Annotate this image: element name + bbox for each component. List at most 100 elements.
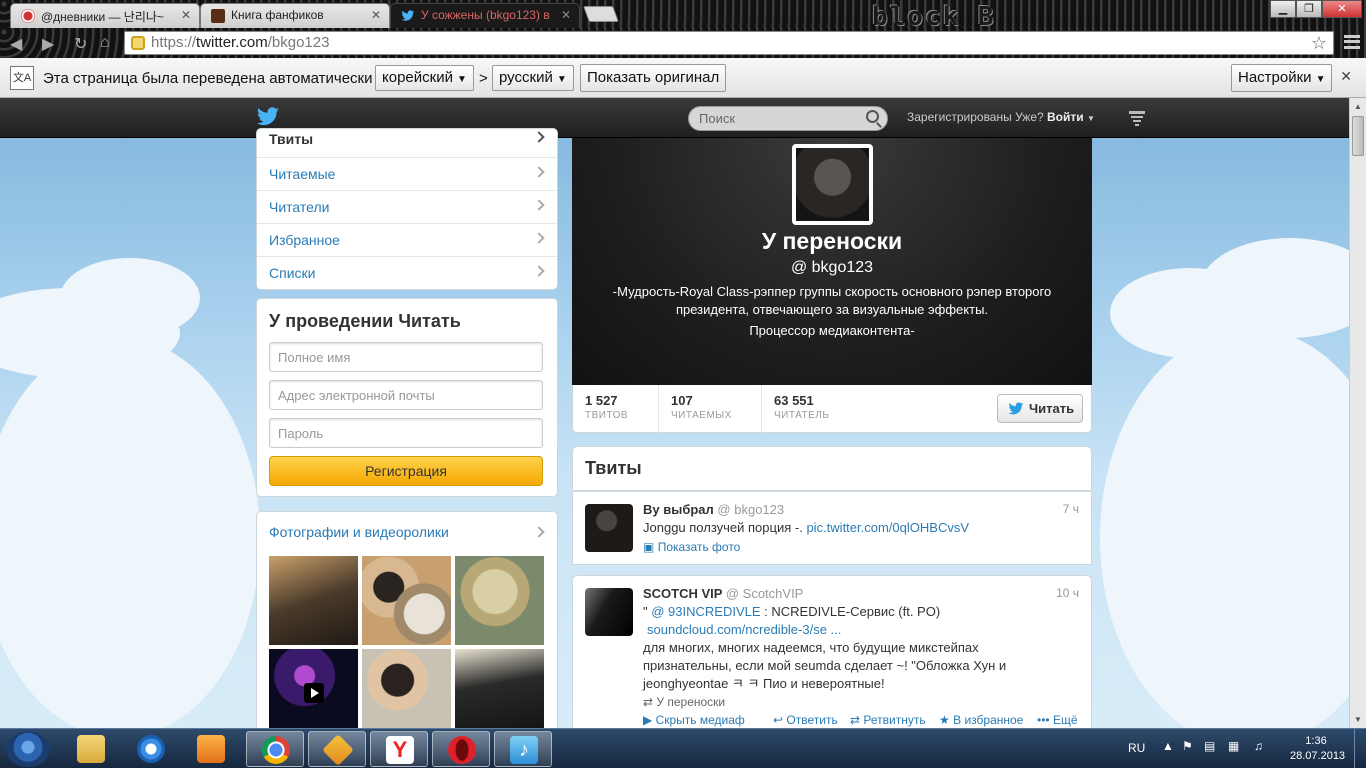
media-title[interactable]: Фотографии и видеоролики (269, 524, 545, 540)
tweet-avatar[interactable] (585, 504, 633, 552)
start-button[interactable] (6, 731, 50, 767)
minimize-window-button[interactable]: ▁ (1270, 0, 1296, 18)
taskbar-explorer[interactable] (62, 731, 120, 767)
network-icon[interactable]: ▦ (1228, 739, 1239, 753)
close-tab-icon[interactable]: ✕ (561, 8, 571, 22)
full-name-field[interactable]: Полное имя (269, 342, 543, 372)
tweet-avatar[interactable] (585, 588, 633, 636)
chrome-icon (262, 736, 290, 764)
retweeted-by[interactable]: ⇄ У переноски (643, 695, 725, 709)
back-arrow-icon[interactable]: ◀ (10, 34, 22, 54)
video-thumbnail[interactable] (269, 649, 358, 728)
volume-icon[interactable]: ♫ (1254, 739, 1263, 753)
page-scrollbar[interactable]: ▲ ▼ (1349, 98, 1366, 728)
taskbar-ie[interactable] (122, 731, 180, 767)
reply-button[interactable]: ↩ Ответить (773, 713, 838, 727)
chevron-right-icon (533, 131, 545, 143)
chevron-right-icon (533, 232, 545, 244)
login-link[interactable]: Войти (1047, 110, 1084, 124)
twitter-bird-icon[interactable] (256, 107, 280, 127)
tweet-author[interactable]: Ву выбрал @ bkgo123 (643, 502, 784, 517)
scroll-down-arrow-icon[interactable]: ▼ (1354, 715, 1362, 724)
nav-item-following[interactable]: Читаемые (257, 158, 557, 191)
taskbar-chrome[interactable] (246, 731, 304, 767)
tweet-time[interactable]: 10 ч (1056, 586, 1079, 600)
taskbar-media-player[interactable] (182, 731, 240, 767)
taskbar-winamp[interactable] (308, 731, 366, 767)
email-field[interactable]: Адрес электронной почты (269, 380, 543, 410)
more-button[interactable]: ••• Ещё (1037, 713, 1078, 727)
follow-button[interactable]: Читать (997, 394, 1083, 423)
nav-item-tweets[interactable]: Твиты (257, 129, 557, 158)
scroll-up-arrow-icon[interactable]: ▲ (1354, 102, 1362, 111)
close-window-button[interactable]: ✕ (1322, 0, 1362, 18)
nav-item-lists[interactable]: Списки (257, 257, 557, 289)
tweet-author[interactable]: SCOTCH VIP @ ScotchVIP (643, 586, 803, 601)
browser-tab-fanfics[interactable]: Книга фанфиков ✕ (200, 3, 390, 28)
taskbar-opera[interactable] (432, 731, 490, 767)
new-tab-button[interactable] (583, 6, 619, 22)
stat-tweets[interactable]: 1 527 ТВИТОВ (585, 393, 628, 421)
media-card: Фотографии и видеоролики (256, 511, 558, 728)
target-language-select[interactable]: русский ▼ (492, 65, 574, 91)
close-tab-icon[interactable]: ✕ (181, 8, 191, 22)
scrollbar-thumb[interactable] (1352, 116, 1364, 156)
close-translate-bar-icon[interactable]: ✕ (1340, 68, 1352, 85)
show-photo-link[interactable]: ▣ Показать фото (643, 540, 740, 554)
media-thumbnail[interactable] (455, 556, 544, 645)
media-thumbnail[interactable] (455, 649, 544, 728)
profile-header: У переноски @ bkgo123 -Мудрость-Royal Cl… (572, 138, 1092, 385)
media-thumbnail[interactable] (362, 649, 451, 728)
tweet-time[interactable]: 7 ч (1063, 502, 1079, 516)
nav-item-followers[interactable]: Читатели (257, 191, 557, 224)
input-language[interactable]: RU (1128, 741, 1145, 755)
tweet-mention[interactable]: @ 93INCREDIVLE (651, 604, 760, 619)
profile-bio: -Мудрость-Royal Class-рэппер группы скор… (612, 284, 1052, 317)
stat-following[interactable]: 107 ЧИТАЕМЫХ (671, 393, 732, 421)
password-field[interactable]: Пароль (269, 418, 543, 448)
device-icon[interactable]: ▤ (1204, 739, 1215, 753)
tweet-item[interactable]: Ву выбрал @ bkgo123 7 ч Jonggu ползучей … (572, 491, 1092, 565)
nav-item-favorites[interactable]: Избранное (257, 224, 557, 257)
taskbar-clock[interactable]: 1:36 28.07.2013 (1290, 734, 1345, 764)
diary-favicon-icon (21, 9, 35, 23)
tweet-item[interactable]: SCOTCH VIP @ ScotchVIP 10 ч " @ 93INCRED… (572, 575, 1092, 728)
browser-menu-icon[interactable] (1344, 35, 1360, 49)
winamp-icon (322, 734, 354, 766)
taskbar-yandex[interactable]: Y (370, 731, 428, 767)
forward-arrow-icon[interactable]: ▶ (42, 34, 54, 54)
signup-button[interactable]: Регистрация (269, 456, 543, 486)
translate-settings-button[interactable]: Настройки ▼ (1231, 64, 1333, 92)
retweet-button[interactable]: ⇄ Ретвитнуть (850, 713, 926, 727)
compose-tweet-icon[interactable] (1128, 109, 1146, 127)
tray-expand-icon[interactable]: ▲ (1162, 739, 1174, 753)
tweet-link[interactable]: pic.twitter.com/0qlOHBCvsV (806, 520, 969, 535)
media-thumbnail[interactable] (362, 556, 451, 645)
bookmark-star-icon[interactable]: ☆ (1311, 33, 1327, 54)
login-prompt[interactable]: Зарегистрированы Уже? Войти ▼ (907, 110, 1095, 124)
show-original-button[interactable]: Показать оригинал (580, 64, 727, 92)
play-icon[interactable] (304, 683, 324, 703)
hide-media-link[interactable]: ▶ Скрыть медиаф (643, 713, 745, 727)
action-center-icon[interactable]: ⚑ (1182, 739, 1193, 753)
tweet-link[interactable]: soundcloud.com/ncredible-3/se ... (643, 622, 841, 637)
folder-icon (77, 735, 105, 763)
search-input[interactable]: Поиск (688, 106, 888, 131)
stat-followers[interactable]: 63 551 ЧИТАТЕЛЬ (774, 393, 829, 421)
reload-icon[interactable]: ↻ (74, 34, 87, 54)
close-tab-icon[interactable]: ✕ (371, 8, 381, 22)
maximize-window-button[interactable]: ❐ (1296, 0, 1322, 18)
home-icon[interactable]: ⌂ (100, 34, 110, 52)
media-thumbnail[interactable] (269, 556, 358, 645)
chevron-down-icon: ▼ (556, 74, 567, 85)
browser-tab-diaries[interactable]: @дневники — 난리나~ ✕ (10, 3, 200, 28)
profile-avatar[interactable] (792, 144, 873, 225)
source-language-select[interactable]: корейский ▼ (375, 65, 474, 91)
favorite-button[interactable]: ★ В избранное (939, 713, 1023, 727)
address-toolbar: ◀ ▶ ↻ ⌂ https://twitter.com/bkgo123 ☆ (0, 28, 1366, 58)
url-field[interactable]: https://twitter.com/bkgo123 ☆ (124, 31, 1334, 55)
show-desktop-button[interactable] (1354, 729, 1366, 768)
taskbar-music-app[interactable]: ♪ (494, 731, 552, 767)
browser-tab-twitter[interactable]: У сожжены (bkgo123) в ✕ (390, 3, 580, 28)
search-icon[interactable] (866, 110, 879, 123)
